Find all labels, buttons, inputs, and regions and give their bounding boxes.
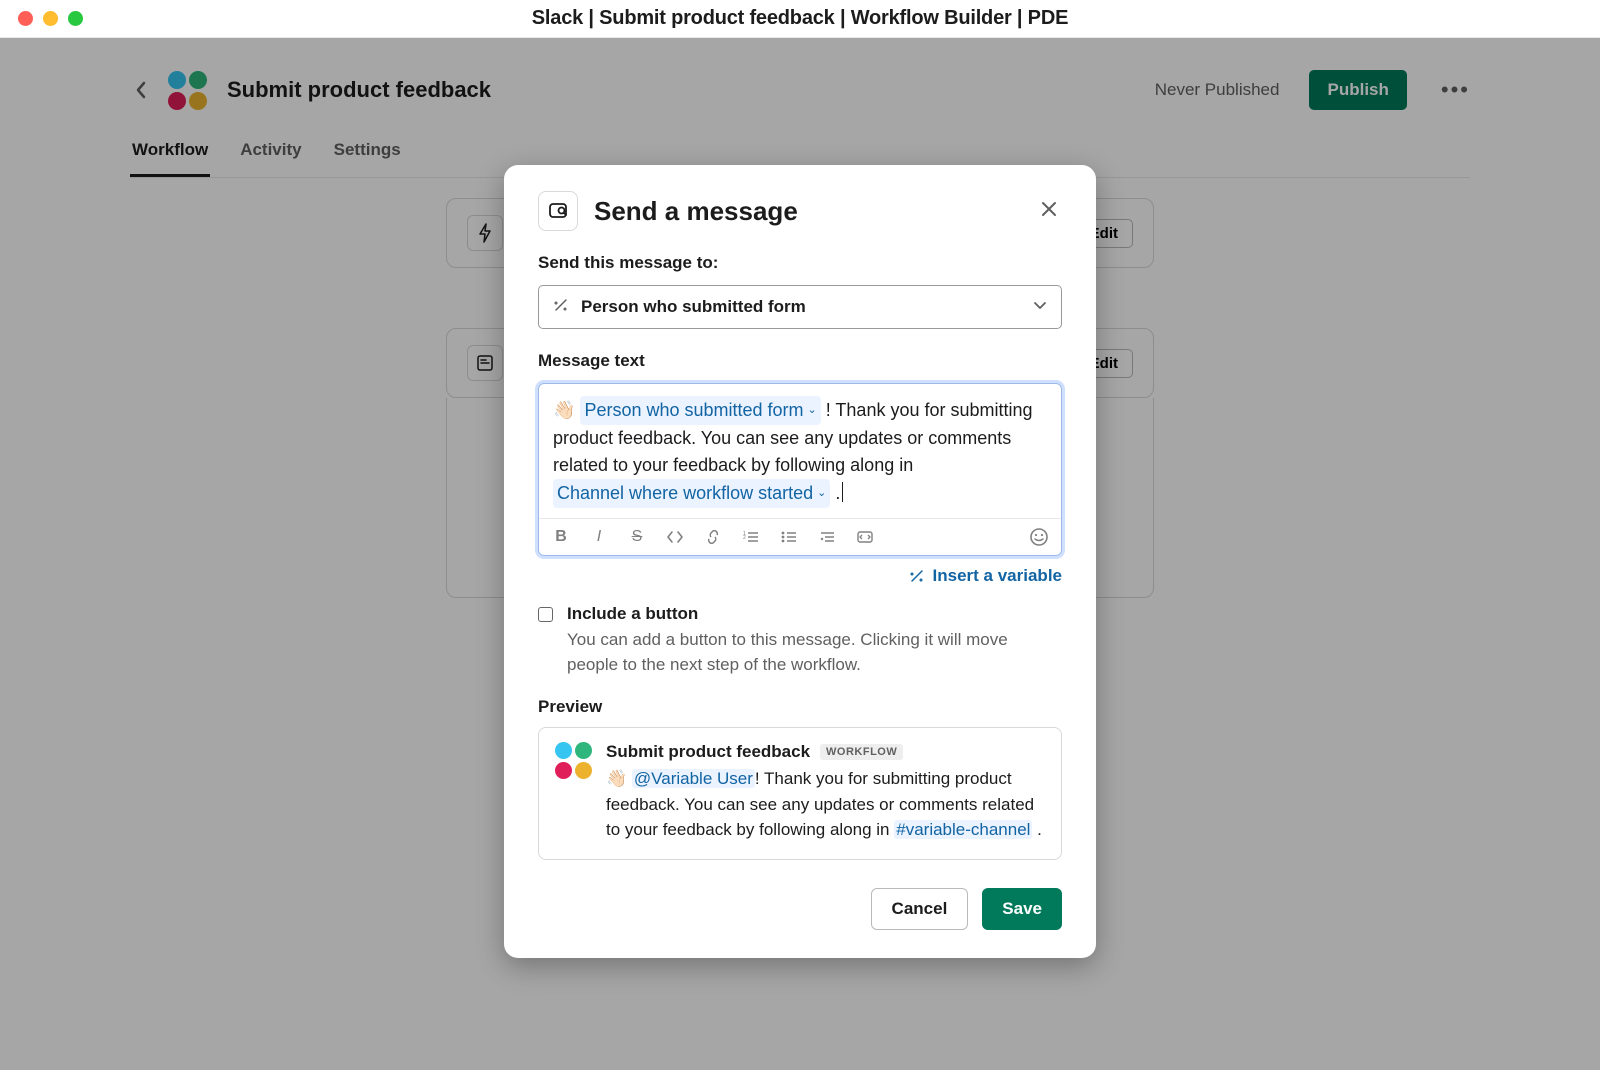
bulleted-list-icon[interactable]: [779, 527, 799, 547]
link-icon[interactable]: [703, 527, 723, 547]
message-step-icon: [538, 191, 578, 231]
text-cursor: [842, 482, 843, 502]
code-icon[interactable]: [665, 527, 685, 547]
bold-icon[interactable]: B: [551, 527, 571, 547]
chevron-down-icon: ⌄: [817, 485, 826, 502]
cancel-button[interactable]: Cancel: [871, 888, 969, 930]
save-button[interactable]: Save: [982, 888, 1062, 930]
preview-channel: #variable-channel: [894, 820, 1032, 839]
close-window-icon[interactable]: [18, 11, 33, 26]
send-to-label: Send this message to:: [538, 253, 1062, 273]
ordered-list-icon[interactable]: 12: [741, 527, 761, 547]
workflow-badge: WORKFLOW: [820, 744, 903, 760]
italic-icon[interactable]: I: [589, 527, 609, 547]
preview-label: Preview: [538, 697, 1062, 717]
indent-list-icon[interactable]: [817, 527, 837, 547]
chevron-down-icon: [1033, 298, 1047, 316]
variable-chip-channel[interactable]: Channel where workflow started⌄: [553, 479, 830, 508]
include-button-label: Include a button: [567, 604, 1062, 624]
include-button-description: You can add a button to this message. Cl…: [567, 628, 1062, 677]
emoji-picker-icon[interactable]: [1029, 527, 1049, 547]
insert-variable-link[interactable]: Insert a variable: [538, 566, 1062, 586]
svg-text:2: 2: [743, 535, 746, 541]
maximize-window-icon[interactable]: [68, 11, 83, 26]
modal-title: Send a message: [594, 196, 798, 227]
variable-chip-person[interactable]: Person who submitted form⌄: [580, 396, 820, 425]
chevron-down-icon: ⌄: [808, 402, 817, 419]
preview-body: 👋🏻 @Variable User! Thank you for submitt…: [606, 766, 1045, 843]
wave-emoji: 👋🏻: [553, 400, 575, 420]
preview-app-icon: [555, 742, 592, 843]
message-editor-content[interactable]: 👋🏻 Person who submitted form⌄ ! Thank yo…: [539, 384, 1061, 518]
preview-box: Submit product feedback WORKFLOW 👋🏻 @Var…: [538, 727, 1062, 860]
include-button-checkbox[interactable]: [538, 607, 553, 622]
close-icon[interactable]: [1036, 196, 1062, 227]
message-segment-2: .: [830, 483, 840, 503]
strikethrough-icon[interactable]: S: [627, 527, 647, 547]
variable-icon: [553, 297, 569, 318]
editor-toolbar: B I S 12: [539, 518, 1061, 555]
send-message-modal: Send a message Send this message to: Per…: [504, 165, 1096, 958]
wave-emoji: 👋🏻: [606, 769, 627, 788]
message-editor[interactable]: 👋🏻 Person who submitted form⌄ ! Thank yo…: [538, 383, 1062, 556]
send-to-select[interactable]: Person who submitted form: [538, 285, 1062, 329]
message-text-label: Message text: [538, 351, 1062, 371]
code-block-icon[interactable]: [855, 527, 875, 547]
send-to-value: Person who submitted form: [581, 297, 806, 317]
window-controls: [18, 11, 83, 26]
minimize-window-icon[interactable]: [43, 11, 58, 26]
preview-mention: @Variable User: [632, 769, 755, 788]
preview-app-name: Submit product feedback: [606, 742, 810, 762]
titlebar: Slack | Submit product feedback | Workfl…: [0, 0, 1600, 38]
window-title: Slack | Submit product feedback | Workfl…: [532, 7, 1068, 30]
